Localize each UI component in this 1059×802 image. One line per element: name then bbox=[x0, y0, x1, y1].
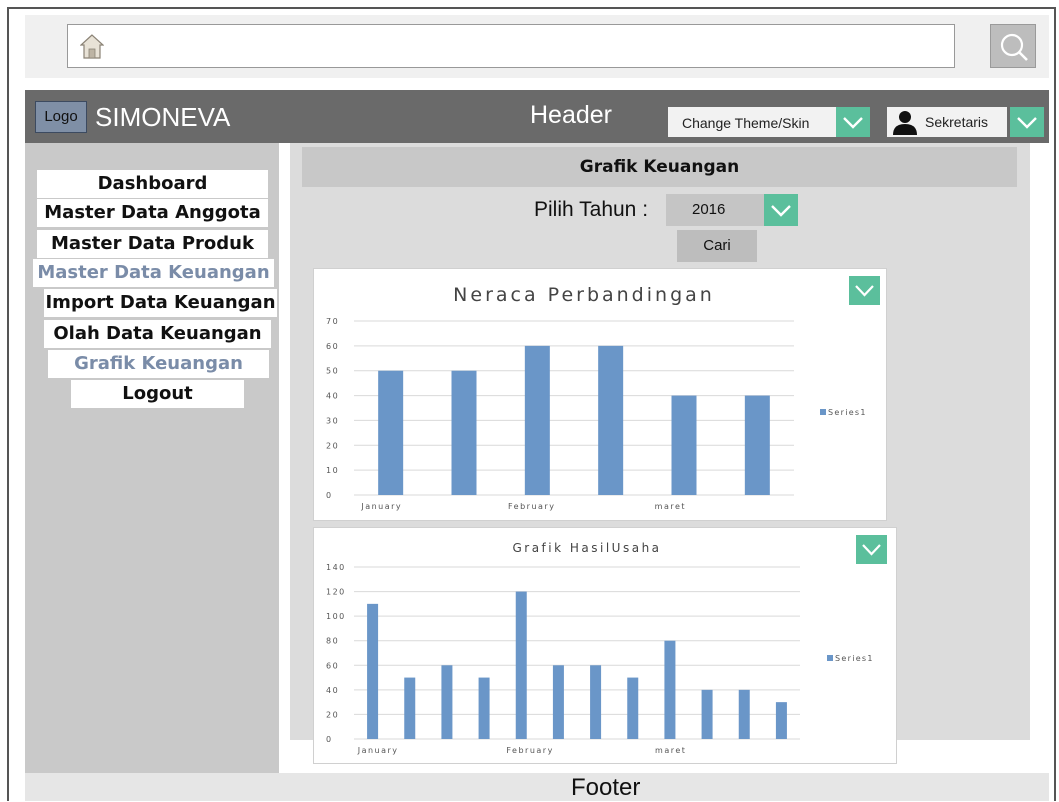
year-select[interactable]: 2016 bbox=[666, 194, 764, 226]
home-icon[interactable] bbox=[80, 33, 104, 59]
chart-svg: 0 20 40 60 80 100 120 140 Grafik HasilUsaha Janua… bbox=[326, 541, 874, 755]
search-submit-button[interactable]: Cari bbox=[677, 230, 757, 262]
y-tick-label: 20 bbox=[326, 710, 339, 719]
sidebar-item-master-data-keuangan[interactable]: Master Data Keuangan bbox=[33, 259, 274, 287]
y-tick-label: 50 bbox=[326, 367, 339, 376]
user-dropdown-button[interactable] bbox=[1010, 107, 1044, 137]
sidebar-item-label: Grafik Keuangan bbox=[74, 353, 243, 374]
year-label: Pilih Tahun : bbox=[534, 198, 649, 221]
y-tick-label: 70 bbox=[326, 317, 339, 326]
chevron-down-icon bbox=[843, 117, 863, 129]
y-tick-label: 10 bbox=[326, 466, 339, 475]
y-tick-label: 40 bbox=[326, 392, 339, 401]
chart-title: Grafik HasilUsaha bbox=[512, 541, 661, 555]
year-value: 2016 bbox=[692, 201, 726, 218]
x-tick-label: February bbox=[508, 502, 555, 511]
sidebar-item-master-data-anggota[interactable]: Master Data Anggota bbox=[37, 199, 268, 227]
sidebar-item-label: Master Data Anggota bbox=[44, 202, 261, 223]
y-tick-label: 60 bbox=[326, 342, 339, 351]
y-tick-label: 80 bbox=[326, 637, 339, 646]
sidebar-item-label: Import Data Keuangan bbox=[45, 292, 276, 313]
sidebar-item-logout[interactable]: Logout bbox=[71, 380, 244, 408]
chart-bar bbox=[664, 640, 676, 739]
chart-bar bbox=[775, 702, 787, 739]
chart-bar bbox=[671, 395, 697, 495]
header-bar: Logo SIMONEVA Header Change Theme/Skin S… bbox=[25, 90, 1049, 143]
sidebar-item-label: Olah Data Keuangan bbox=[53, 323, 262, 344]
user-icon bbox=[893, 111, 917, 135]
chevron-down-icon bbox=[1017, 117, 1037, 129]
page-title: Grafik Keuangan bbox=[302, 147, 1017, 187]
footer-label: Footer bbox=[571, 774, 641, 801]
sidebar-item-master-data-produk[interactable]: Master Data Produk bbox=[37, 230, 268, 258]
chart-grafik-hasil-usaha: 0 20 40 60 80 100 120 140 Grafik HasilUsaha Janua… bbox=[313, 527, 897, 764]
sidebar-item-grafik-keuangan[interactable]: Grafik Keuangan bbox=[48, 350, 269, 378]
chart-bar bbox=[744, 395, 770, 495]
chart-bar bbox=[378, 370, 404, 495]
theme-select[interactable]: Change Theme/Skin bbox=[668, 107, 838, 137]
theme-label: Change Theme/Skin bbox=[682, 115, 810, 131]
legend-swatch bbox=[827, 655, 833, 661]
sidebar-item-label: Logout bbox=[122, 383, 193, 404]
legend-label: Series1 bbox=[828, 408, 867, 417]
user-label: Sekretaris bbox=[925, 114, 989, 130]
y-tick-label: 0 bbox=[326, 491, 333, 500]
chevron-down-icon bbox=[771, 205, 791, 217]
chart-bar bbox=[627, 677, 639, 739]
chart-bar bbox=[478, 677, 490, 739]
sidebar-item-label: Master Data Keuangan bbox=[37, 262, 270, 283]
y-tick-label: 0 bbox=[326, 735, 333, 744]
y-tick-label: 40 bbox=[326, 686, 339, 695]
x-tick-label: January bbox=[360, 502, 402, 511]
chart-svg: 0 10 20 30 40 50 60 70 Neraca Perbandingan Januar… bbox=[326, 284, 867, 511]
chart-bar bbox=[441, 665, 453, 739]
chart-bar bbox=[404, 677, 416, 739]
sidebar-item-dashboard[interactable]: Dashboard bbox=[37, 170, 268, 198]
sidebar-item-olah-data-keuangan[interactable]: Olah Data Keuangan bbox=[44, 320, 271, 348]
address-bar[interactable] bbox=[67, 24, 955, 68]
app-name: SIMONEVA bbox=[95, 102, 231, 132]
chart-bar bbox=[451, 370, 477, 495]
chart-bar bbox=[590, 665, 602, 739]
chart-title: Neraca Perbandingan bbox=[453, 284, 715, 306]
chart-neraca-perbandingan: 0 10 20 30 40 50 60 70 Neraca Perbandingan Januar… bbox=[313, 268, 887, 521]
y-tick-label: 60 bbox=[326, 661, 339, 670]
chart-bar bbox=[598, 345, 624, 495]
chevron-down-icon bbox=[855, 285, 874, 297]
header-title: Header bbox=[530, 101, 612, 129]
y-tick-label: 100 bbox=[326, 612, 346, 621]
x-tick-label: February bbox=[506, 746, 553, 755]
x-tick-label: maret bbox=[655, 746, 686, 755]
search-icon bbox=[1000, 33, 1028, 61]
year-dropdown-button[interactable] bbox=[764, 194, 798, 226]
sidebar-item-label: Master Data Produk bbox=[51, 233, 254, 254]
y-tick-label: 140 bbox=[326, 563, 346, 572]
footer: Footer bbox=[25, 773, 1049, 801]
logo: Logo bbox=[35, 101, 87, 133]
chart-options-button[interactable] bbox=[849, 276, 880, 305]
chart-bar bbox=[701, 689, 713, 739]
legend-label: Series1 bbox=[835, 654, 874, 663]
x-tick-label: January bbox=[357, 746, 399, 755]
x-tick-label: maret bbox=[655, 502, 686, 511]
user-menu[interactable]: Sekretaris bbox=[887, 107, 1007, 137]
chevron-down-icon bbox=[862, 544, 881, 556]
search-button[interactable] bbox=[990, 24, 1036, 68]
chart-bar bbox=[524, 345, 550, 495]
chart-bar bbox=[552, 665, 564, 739]
chart-bar bbox=[738, 689, 750, 739]
y-tick-label: 120 bbox=[326, 588, 346, 597]
chart-bar bbox=[515, 591, 527, 739]
y-tick-label: 20 bbox=[326, 441, 339, 450]
theme-dropdown-button[interactable] bbox=[836, 107, 870, 137]
legend-swatch bbox=[820, 409, 826, 415]
chart-bar bbox=[367, 603, 379, 739]
sidebar-item-import-data-keuangan[interactable]: Import Data Keuangan bbox=[44, 289, 277, 317]
sidebar-item-label: Dashboard bbox=[97, 173, 208, 194]
y-tick-label: 30 bbox=[326, 416, 339, 425]
chart-options-button[interactable] bbox=[856, 535, 887, 564]
